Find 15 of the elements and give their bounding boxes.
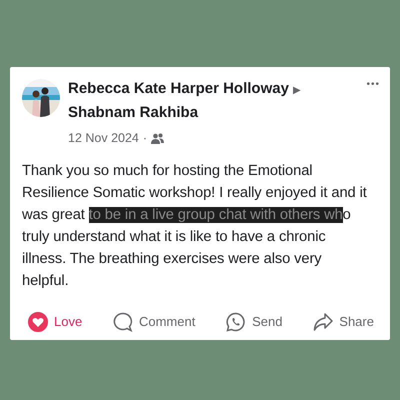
more-options-button[interactable]: ••• (366, 77, 380, 92)
recipient-name[interactable]: Shabnam Rakhiba (68, 104, 198, 121)
speech-bubble-icon (112, 312, 133, 332)
post-text: Thank you so much for hosting the Emotional Resilience Somatic workshop! I really enjoyed it and it was great to be in a live group chat with others who truly understand what it is like to have a chronic illness. The breathing exercises were also very helpful. (22, 162, 368, 291)
love-button[interactable]: Love (22, 308, 88, 336)
chat-phone-icon (226, 312, 246, 332)
separator: · (142, 130, 148, 147)
share-arrow-icon (313, 312, 334, 332)
post-date[interactable]: 12 Nov 2024 (68, 129, 139, 148)
author-name[interactable]: Rebecca Kate Harper Holloway (68, 80, 289, 97)
friends-icon (151, 132, 164, 144)
arrow-icon: ▶ (292, 85, 301, 96)
send-button[interactable]: Send (220, 308, 288, 336)
share-button[interactable]: Share (307, 308, 380, 336)
comment-button[interactable]: Comment (106, 308, 202, 336)
